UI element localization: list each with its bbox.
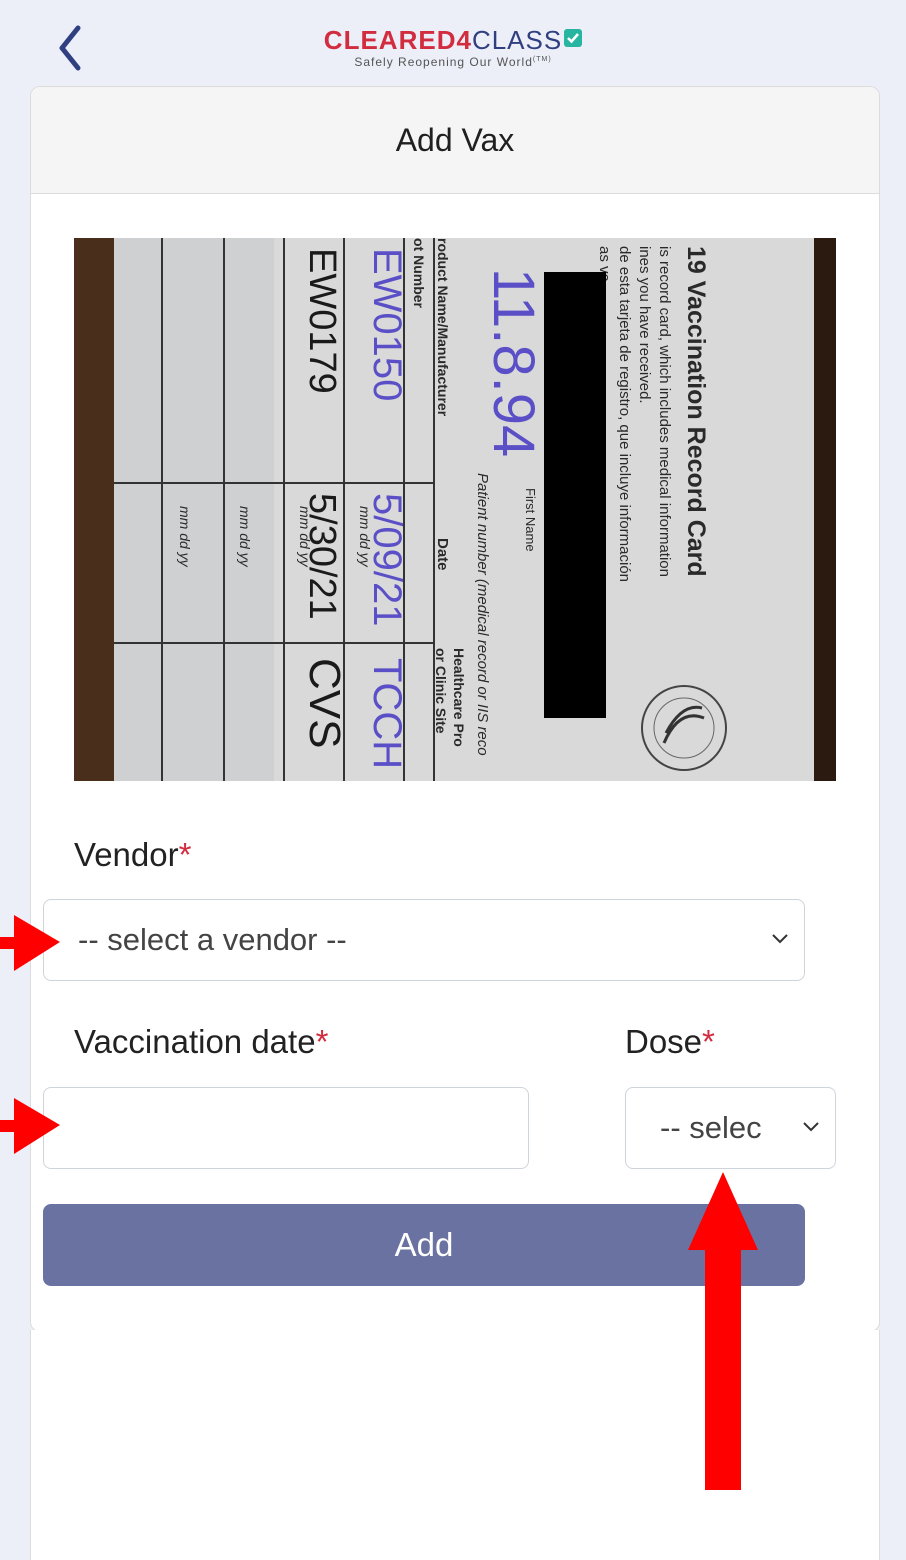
card-line-1: is record card, which includes medical i… — [656, 246, 673, 577]
handwritten-site-1: TCCH — [365, 658, 409, 769]
dose-label: Dose* — [625, 1023, 715, 1060]
chevron-down-icon — [772, 934, 788, 944]
chevron-down-icon — [801, 1119, 821, 1133]
col-product-label: roduct Name/Manufacturer — [435, 238, 451, 417]
logo-tagline: Safely Reopening Our World(TM) — [354, 55, 552, 69]
dose-select[interactable]: -- selec — [625, 1087, 836, 1169]
red-arrow-up-icon — [688, 1172, 758, 1490]
vaccination-date-input[interactable] — [43, 1087, 529, 1169]
vaccination-card-photo: 19 Vaccination Record Card is record car… — [74, 238, 836, 781]
vaccination-date-label: Vaccination date* — [74, 1023, 329, 1060]
handwritten-date-1: 5/09/21 — [365, 493, 409, 626]
redaction-bar — [544, 272, 606, 718]
logo-text-navy: CLASS — [471, 25, 563, 55]
page-title: Add Vax — [395, 121, 515, 158]
card-line-2: ines you have received. — [636, 246, 653, 404]
handwritten-site-2: CVS — [300, 658, 349, 748]
date-field-4: mm dd yy — [177, 506, 193, 568]
col-site-label-1: Healthcare Pro — [451, 648, 467, 747]
first-name-label: First Name — [523, 488, 538, 552]
red-arrow-right-icon — [0, 915, 60, 971]
red-arrow-right-icon — [0, 1098, 60, 1154]
vendor-label: Vendor* — [74, 836, 192, 873]
handwritten-date-2: 5/30/21 — [301, 493, 343, 620]
col-date-label: Date — [434, 538, 451, 571]
card-header: Add Vax — [31, 87, 879, 194]
logo-text-red: CLEARED4 — [323, 25, 472, 55]
handwritten-lot-1: EW0150 — [365, 248, 409, 401]
col-lot-label: ot Number — [411, 238, 427, 309]
check-icon — [564, 29, 583, 47]
handwritten-dob: 11.8.94 — [481, 268, 546, 457]
patient-number-label: Patient number (medical record or IIS re… — [474, 473, 491, 756]
app-logo: CLEARED4CLASS Safely Reopening Our World… — [0, 26, 906, 69]
col-site-label-2: or Clinic Site — [433, 648, 449, 734]
date-field-3: mm dd yy — [237, 506, 253, 568]
handwritten-lot-2: EW0179 — [301, 248, 343, 394]
card-line-3: de esta tarjeta de registro, que incluye… — [616, 246, 633, 582]
vendor-select[interactable]: -- select a vendor -- — [43, 899, 805, 981]
card-heading-text: 19 Vaccination Record Card — [682, 246, 710, 577]
app-header: CLEARED4CLASS Safely Reopening Our World… — [0, 0, 906, 86]
